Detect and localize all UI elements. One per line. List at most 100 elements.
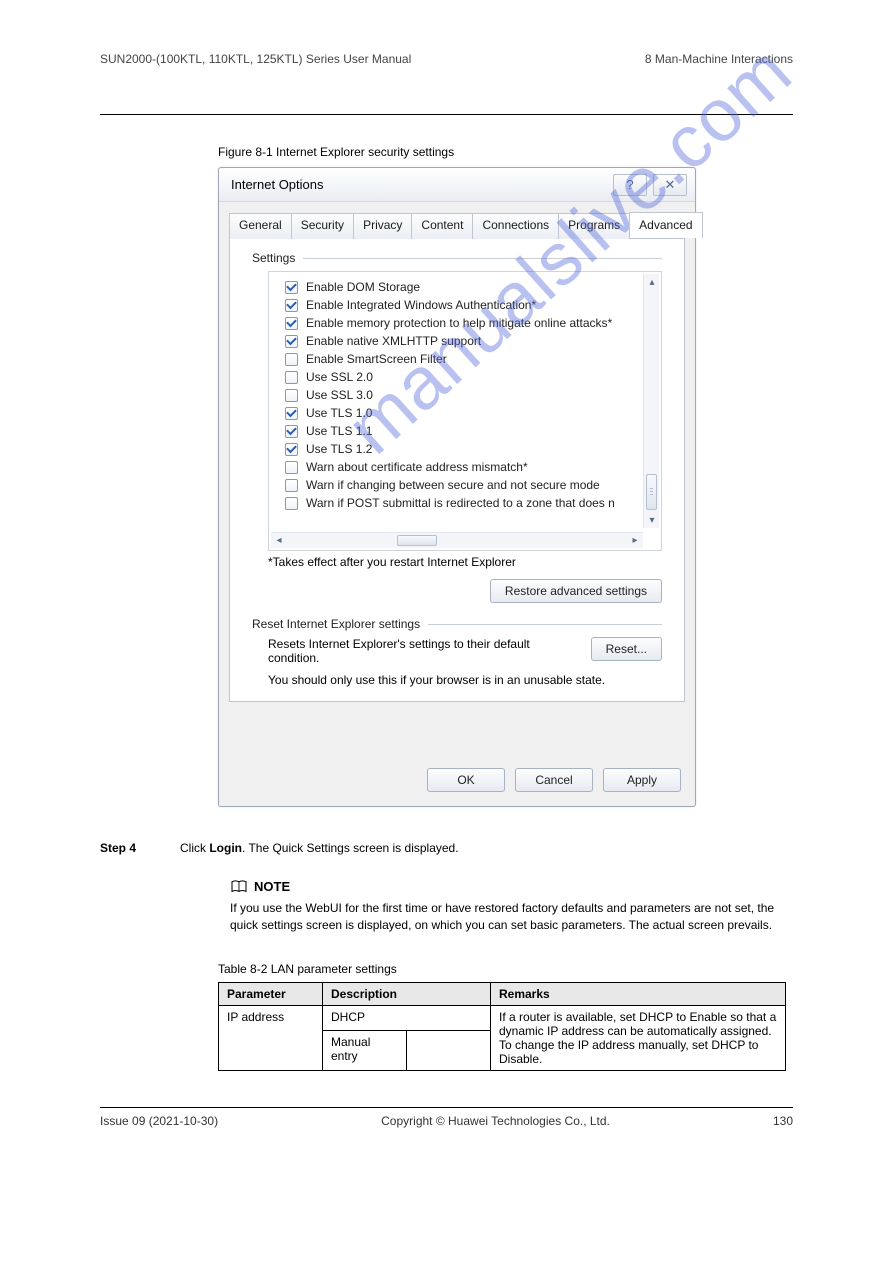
reset-description: Resets Internet Explorer's settings to t… — [268, 637, 579, 665]
internet-options-dialog: Internet Options ? ✕ General Security Pr… — [218, 167, 696, 807]
setting-label: Warn if changing between secure and not … — [306, 478, 600, 492]
setting-row[interactable]: Warn if changing between secure and not … — [285, 476, 635, 494]
setting-row[interactable]: Use SSL 2.0 — [285, 368, 635, 386]
scroll-right-icon[interactable]: ▸ — [627, 533, 643, 549]
checkbox[interactable] — [285, 389, 298, 402]
tab-privacy[interactable]: Privacy — [353, 213, 412, 239]
checkbox[interactable] — [285, 479, 298, 492]
note-body: If you use the WebUI for the first time … — [230, 900, 793, 934]
td-param: IP address — [219, 1005, 323, 1070]
footer-left: Issue 09 (2021-10-30) — [100, 1114, 218, 1128]
td-remarks: If a router is available, set DHCP to En… — [491, 1005, 786, 1070]
setting-label: Use TLS 1.0 — [306, 406, 372, 420]
note-heading: NOTE — [254, 879, 290, 894]
login-label: Login — [209, 841, 242, 855]
setting-label: Use SSL 3.0 — [306, 388, 373, 402]
lan-parameters-table: Parameter Description Remarks IP address… — [218, 982, 786, 1071]
vertical-scrollbar[interactable]: ▴ ▾ — [643, 274, 659, 528]
scroll-up-icon[interactable]: ▴ — [644, 274, 660, 290]
setting-row[interactable]: Enable DOM Storage — [285, 278, 635, 296]
checkbox[interactable] — [285, 407, 298, 420]
setting-row[interactable]: Use TLS 1.2 — [285, 440, 635, 458]
restart-note: *Takes effect after you restart Internet… — [268, 555, 662, 569]
tab-strip: General Security Privacy Content Connect… — [229, 212, 685, 238]
setting-row[interactable]: Enable memory protection to help mitigat… — [285, 314, 635, 332]
checkbox[interactable] — [285, 281, 298, 294]
setting-row[interactable]: Warn about certificate address mismatch* — [285, 458, 635, 476]
setting-label: Warn about certificate address mismatch* — [306, 460, 528, 474]
reset-advice: You should only use this if your browser… — [268, 673, 662, 687]
reset-group-label: Reset Internet Explorer settings — [252, 617, 420, 631]
checkbox[interactable] — [285, 443, 298, 456]
dialog-title: Internet Options — [231, 177, 607, 192]
close-button[interactable]: ✕ — [653, 174, 687, 196]
setting-label: Use SSL 2.0 — [306, 370, 373, 384]
setting-row[interactable]: Use TLS 1.1 — [285, 422, 635, 440]
tab-panel-advanced: Settings Enable DOM Storage Enable Integr… — [229, 238, 685, 702]
horizontal-scrollbar[interactable]: ◂ ▸ — [271, 532, 643, 548]
ok-button[interactable]: OK — [427, 768, 505, 792]
footer-right: 130 — [773, 1114, 793, 1128]
scroll-down-icon[interactable]: ▾ — [644, 512, 660, 528]
header-rule — [100, 114, 793, 115]
checkbox[interactable] — [285, 353, 298, 366]
setting-label: Enable Integrated Windows Authentication… — [306, 298, 536, 312]
setting-row[interactable]: Enable native XMLHTTP support — [285, 332, 635, 350]
setting-label: Use TLS 1.2 — [306, 442, 372, 456]
step-number: Step 4 — [100, 841, 180, 855]
setting-label: Enable memory protection to help mitigat… — [306, 316, 612, 330]
setting-row[interactable]: Use TLS 1.0 — [285, 404, 635, 422]
book-icon — [230, 880, 248, 894]
apply-button[interactable]: Apply — [603, 768, 681, 792]
hscroll-thumb[interactable] — [397, 535, 437, 546]
step-4: Step 4 Click Login. The Quick Settings s… — [100, 841, 793, 855]
tab-programs[interactable]: Programs — [558, 213, 630, 239]
table-caption: Table 8-2 LAN parameter settings — [218, 962, 793, 976]
setting-row[interactable]: Enable SmartScreen Filter — [285, 350, 635, 368]
checkbox[interactable] — [285, 335, 298, 348]
setting-label: Enable DOM Storage — [306, 280, 420, 294]
th-parameter: Parameter — [219, 982, 323, 1005]
group-rule — [303, 258, 662, 259]
checkbox[interactable] — [285, 317, 298, 330]
setting-row[interactable]: Enable Integrated Windows Authentication… — [285, 296, 635, 314]
group-rule-2 — [428, 624, 662, 625]
tab-advanced[interactable]: Advanced — [629, 212, 702, 238]
figure-caption: Figure 8-1 Internet Explorer security se… — [218, 145, 793, 159]
header-left: SUN2000-(100KTL, 110KTL, 125KTL) Series … — [100, 52, 411, 66]
footer-mid: Copyright © Huawei Technologies Co., Ltd… — [218, 1114, 773, 1128]
restore-advanced-button[interactable]: Restore advanced settings — [490, 579, 662, 603]
setting-label: Enable SmartScreen Filter — [306, 352, 447, 366]
td-desc-b2 — [407, 1030, 491, 1070]
checkbox[interactable] — [285, 425, 298, 438]
scroll-thumb[interactable] — [646, 474, 657, 510]
step-text-a: Click — [180, 841, 209, 855]
step-text-b: . The Quick Settings screen is displayed… — [242, 841, 459, 855]
checkbox[interactable] — [285, 299, 298, 312]
checkbox[interactable] — [285, 461, 298, 474]
setting-row[interactable]: Warn if POST submittal is redirected to … — [285, 494, 635, 512]
settings-listbox[interactable]: Enable DOM Storage Enable Integrated Wind… — [268, 271, 662, 551]
checkbox[interactable] — [285, 371, 298, 384]
th-description: Description — [323, 982, 491, 1005]
footer-rule — [100, 1107, 793, 1108]
reset-button[interactable]: Reset... — [591, 637, 662, 661]
tab-security[interactable]: Security — [291, 213, 354, 239]
tab-connections[interactable]: Connections — [472, 213, 559, 239]
td-desc-b: Manual entry — [323, 1030, 407, 1070]
setting-label: Use TLS 1.1 — [306, 424, 372, 438]
th-remarks: Remarks — [491, 982, 786, 1005]
tab-content[interactable]: Content — [411, 213, 473, 239]
header-right: 8 Man-Machine Interactions — [645, 52, 793, 66]
dialog-titlebar: Internet Options ? ✕ — [219, 168, 695, 202]
setting-label: Enable native XMLHTTP support — [306, 334, 481, 348]
help-button[interactable]: ? — [613, 174, 647, 196]
scroll-left-icon[interactable]: ◂ — [271, 533, 287, 549]
tab-general[interactable]: General — [229, 213, 292, 239]
td-desc-a: DHCP — [323, 1005, 491, 1030]
settings-group-label: Settings — [252, 251, 295, 265]
checkbox[interactable] — [285, 497, 298, 510]
setting-label: Warn if POST submittal is redirected to … — [306, 496, 615, 510]
cancel-button[interactable]: Cancel — [515, 768, 593, 792]
setting-row[interactable]: Use SSL 3.0 — [285, 386, 635, 404]
